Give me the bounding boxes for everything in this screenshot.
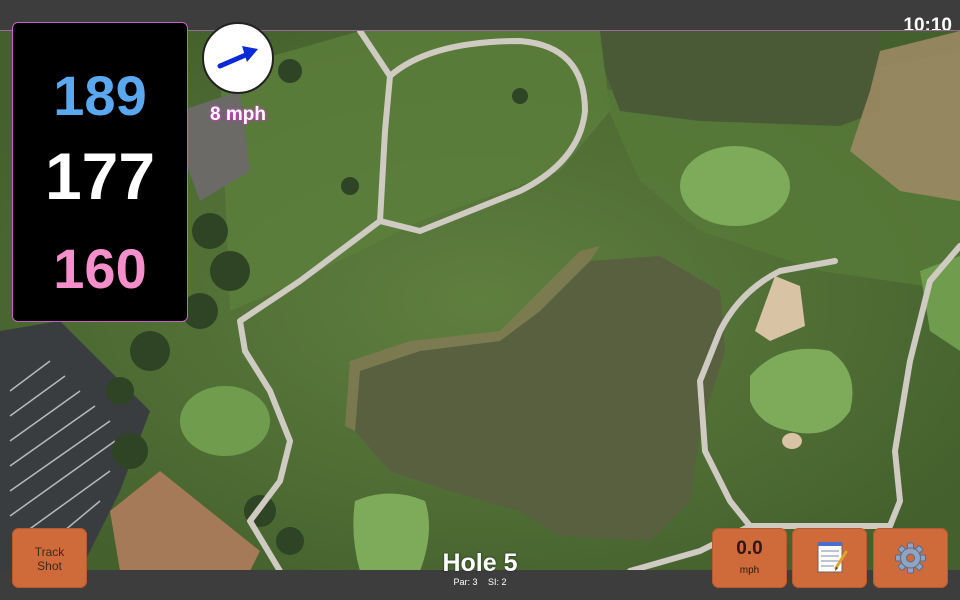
settings-button[interactable] [873, 528, 948, 588]
track-shot-label: Track Shot [34, 545, 65, 573]
hole-par: Par: 3 [453, 577, 478, 587]
scorecard-notes-button[interactable] [792, 528, 867, 588]
hole-stroke-index: SI: 2 [488, 577, 507, 587]
hole-info: Par: 3 SI: 2 [380, 577, 580, 587]
distance-front: 160 [53, 237, 147, 300]
track-shot-button[interactable]: Track Shot [12, 528, 87, 588]
distance-panel: 189 177 160 [12, 22, 188, 322]
swing-speed-button[interactable]: 0.0 mph [712, 528, 787, 588]
wind-arrow-icon [217, 46, 258, 69]
speed-value: 0.0 [736, 538, 763, 559]
distance-back: 189 [53, 64, 147, 127]
wind-direction-indicator [202, 22, 274, 94]
speed-unit: mph [739, 565, 760, 576]
wind-speed-label: 8 mph [210, 104, 266, 125]
distance-center: 177 [44, 139, 156, 213]
notepad-icon [817, 542, 848, 573]
gear-icon [895, 542, 926, 574]
hole-title: Hole 5 [442, 549, 518, 577]
